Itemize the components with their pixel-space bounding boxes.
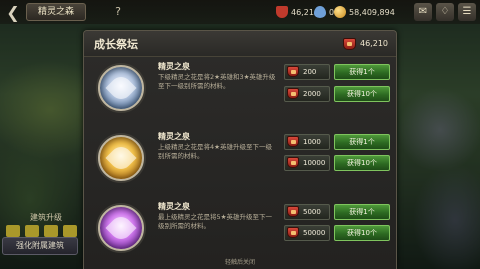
tap-to-close-hint[interactable]: 轻触后关闭 [0, 257, 480, 269]
cost-box: 50000 [284, 225, 330, 241]
purchase-option: 1000 获得1个 [284, 133, 390, 151]
altar-entry: 精灵之泉 上级精灵之花是将4★英雄升级至下一级别所需的材料。 1000 获得1个… [92, 131, 390, 195]
page-title: 精灵之森 [26, 3, 86, 21]
red-pouch-icon [287, 66, 299, 77]
slot-icon [44, 225, 58, 237]
get-1-button[interactable]: 获得1个 [334, 134, 390, 150]
purchase-option: 5000 获得1个 [284, 203, 390, 221]
gold-flower-icon [98, 135, 144, 181]
dialog-title: 成长祭坛 [94, 37, 138, 51]
resource-gold-coin: 58,409,894 [334, 4, 395, 20]
red-pouch-icon [287, 227, 299, 238]
cost-box: 2000 [284, 86, 330, 102]
get-10-button[interactable]: 获得10个 [334, 86, 390, 102]
slot-icon [63, 225, 77, 237]
total-value: 46,210 [360, 39, 388, 48]
entry-name: 精灵之泉 [158, 62, 190, 71]
get-10-button[interactable]: 获得10个 [334, 225, 390, 241]
blue-drop-icon [314, 6, 326, 18]
red-pouch-icon [343, 37, 356, 50]
purple-flower-icon [98, 205, 144, 251]
red-pouch-icon [287, 88, 299, 99]
red-pouch-icon [287, 157, 299, 168]
red-pouch-icon [287, 206, 299, 217]
purchase-option: 2000 获得10个 [284, 85, 390, 103]
cost-value: 50000 [303, 229, 326, 237]
resource-value: 58,409,894 [349, 7, 395, 17]
upgrade-building-button[interactable]: 强化附属建筑 [2, 237, 78, 255]
cost-value: 5000 [303, 208, 321, 216]
cost-box: 5000 [284, 204, 330, 220]
growth-altar-dialog: 成长祭坛 46,210 精灵之泉 下级精灵之花是将2★英雄和3★英雄升级至下一级… [83, 30, 397, 269]
dialog-header: 成长祭坛 46,210 [84, 31, 396, 57]
get-10-button[interactable]: 获得10个 [334, 155, 390, 171]
cost-box: 200 [284, 64, 330, 80]
purchase-option: 10000 获得10个 [284, 154, 390, 172]
entry-description: 上级精灵之花是将4★英雄升级至下一级别所需的材料。 [158, 143, 272, 160]
flower-shape [105, 72, 137, 104]
altar-entry: 精灵之泉 下级精灵之花是将2★英雄和3★英雄升级至下一级别所需的材料。 200 … [92, 61, 390, 125]
top-right-icons: ✉ ♢ ☰ [414, 3, 476, 21]
cost-value: 200 [303, 68, 317, 76]
entry-description: 最上级精灵之花是将5★英雄升级至下一级别所需的材料。 [158, 213, 272, 230]
cost-value: 10000 [303, 159, 326, 167]
red-pouch-icon [287, 136, 299, 147]
purchase-option: 50000 获得10个 [284, 224, 390, 242]
gift-icon[interactable]: ♢ [436, 3, 454, 21]
help-button[interactable]: ? [110, 4, 126, 20]
red-gem-icon [276, 6, 288, 18]
cost-value: 2000 [303, 90, 321, 98]
cost-box: 10000 [284, 155, 330, 171]
back-arrow-icon[interactable]: ❮ [4, 3, 22, 22]
get-1-button[interactable]: 获得1个 [334, 64, 390, 80]
entry-name: 精灵之泉 [158, 202, 190, 211]
cost-value: 1000 [303, 138, 321, 146]
slot-icon [6, 225, 20, 237]
flower-shape [105, 142, 137, 174]
entry-name: 精灵之泉 [158, 132, 190, 141]
get-1-button[interactable]: 获得1个 [334, 204, 390, 220]
resource-blue-drop: 0 [314, 4, 334, 20]
flower-shape [105, 212, 137, 244]
building-slots [6, 225, 77, 237]
mail-icon[interactable]: ✉ [414, 3, 432, 21]
cost-box: 1000 [284, 134, 330, 150]
resource-red-gem: 46,210 [276, 4, 319, 20]
altar-entry: 精灵之泉 最上级精灵之花是将5★英雄升级至下一级别所需的材料。 5000 获得1… [92, 201, 390, 265]
entry-description: 下级精灵之花是将2★英雄和3★英雄升级至下一级别所需的材料。 [158, 73, 276, 90]
silver-flower-icon [98, 65, 144, 111]
purchase-option: 200 获得1个 [284, 63, 390, 81]
total-currency: 46,210 [343, 37, 388, 50]
gold-coin-icon [334, 6, 346, 18]
slot-icon [25, 225, 39, 237]
top-bar: ❮ 精灵之森 ? [0, 0, 480, 24]
menu-icon[interactable]: ☰ [458, 3, 476, 21]
building-label: 建筑升级 [30, 213, 62, 222]
